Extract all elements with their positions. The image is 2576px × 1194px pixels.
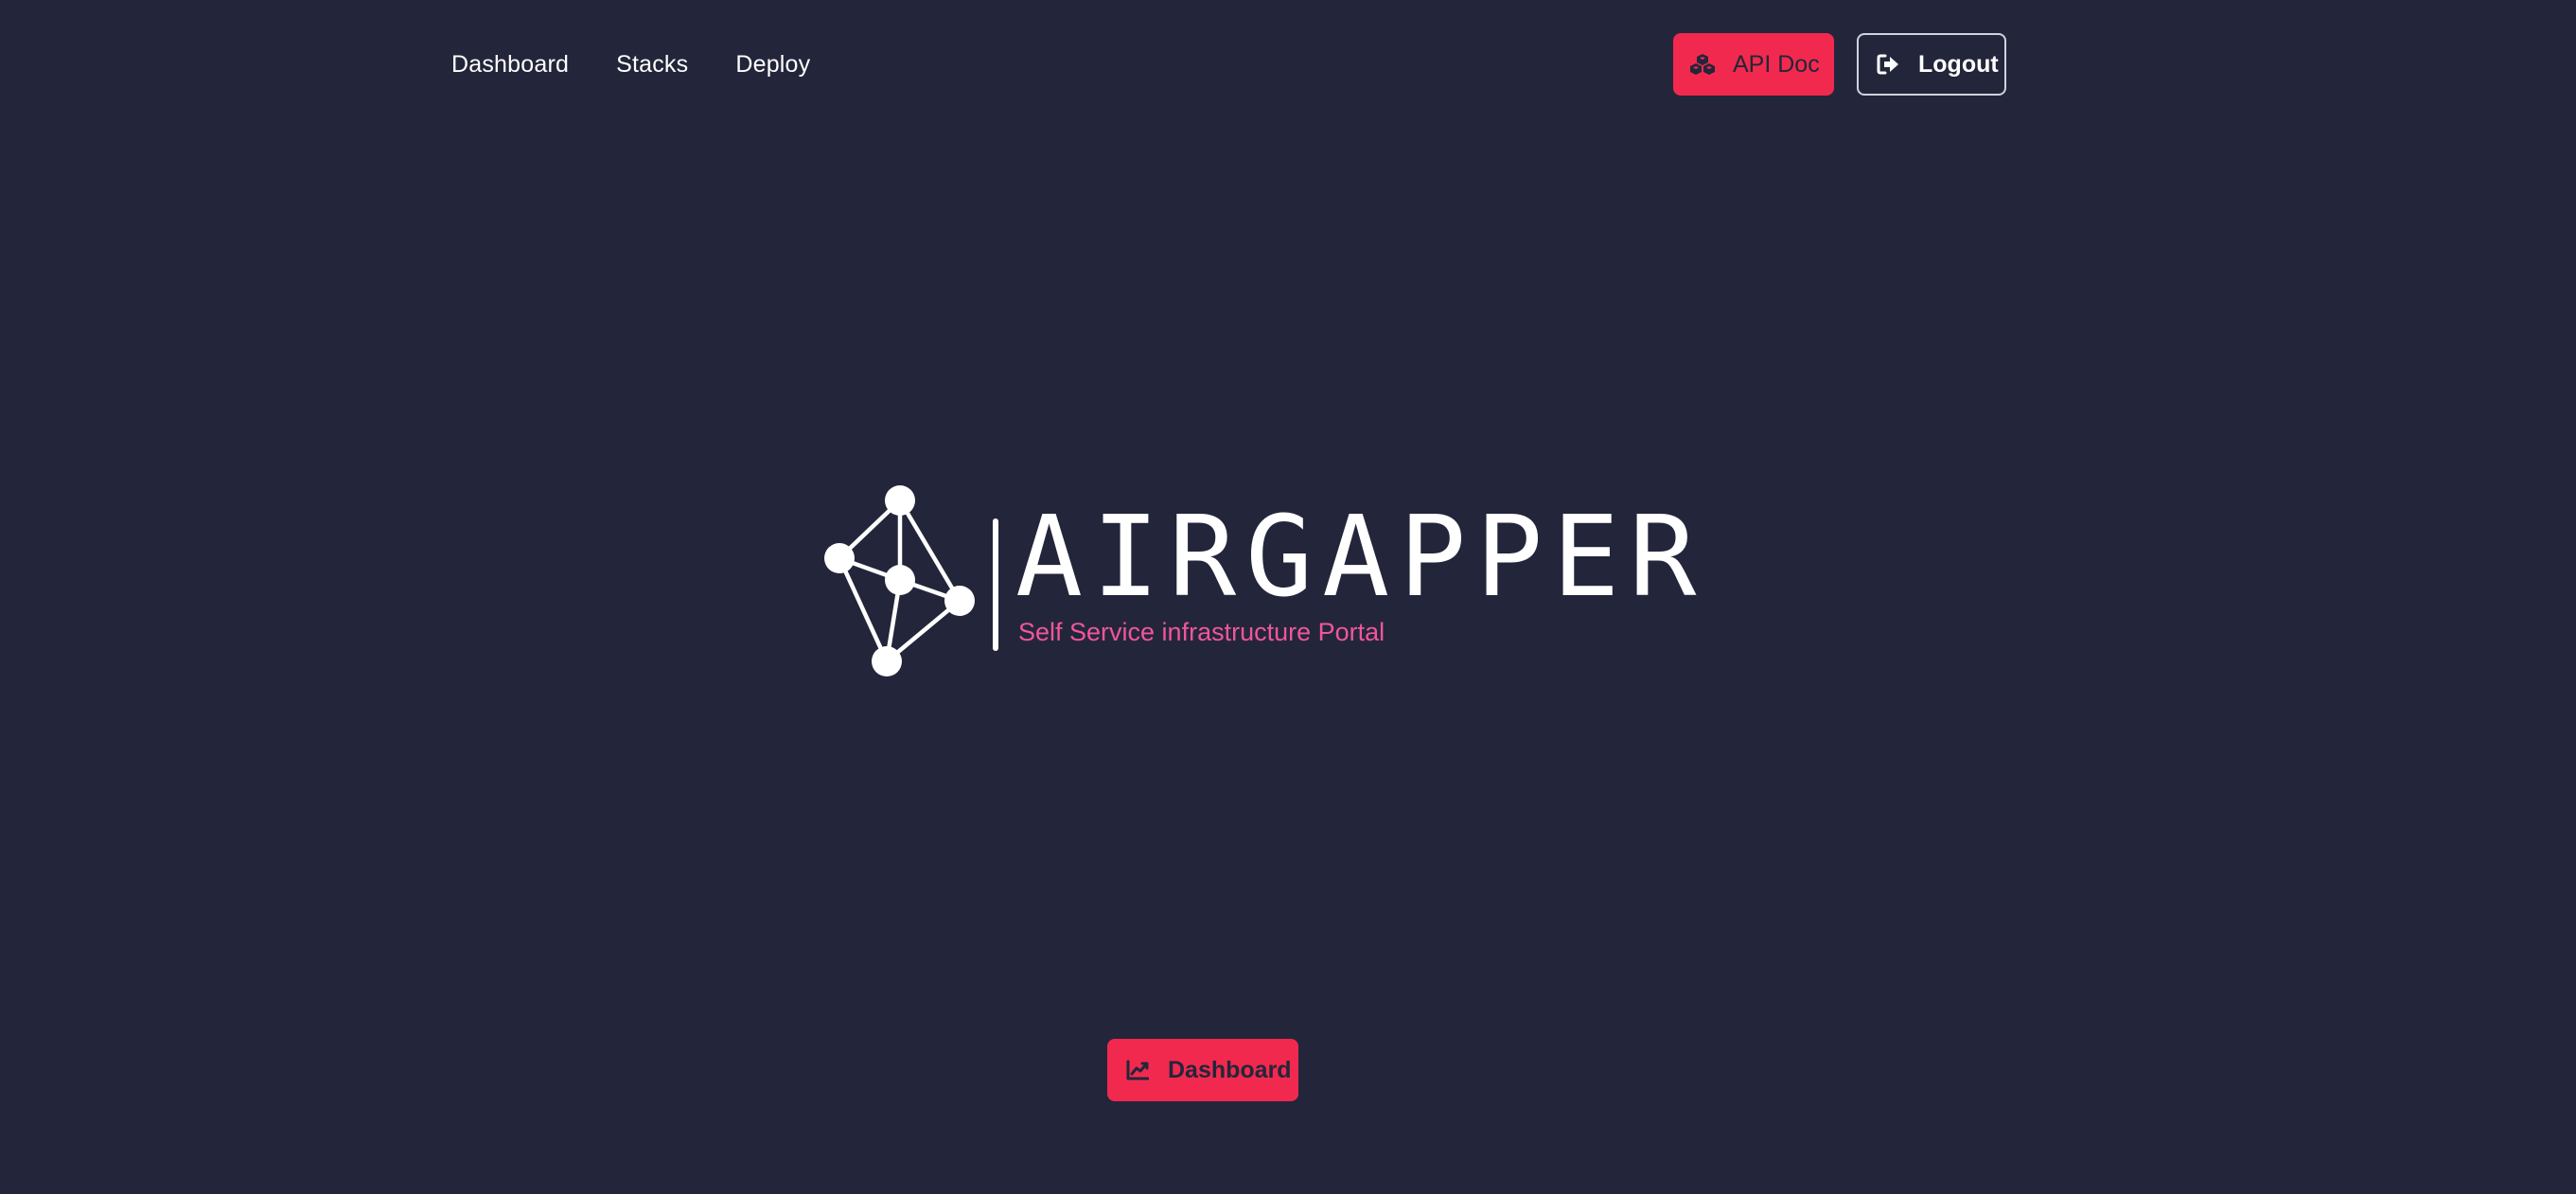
logo-divider [993,518,998,651]
airgapper-logo: AIRGAPPER Self Service infrastructure Po… [820,481,1696,679]
dashboard-button[interactable]: Dashboard [1107,1039,1298,1101]
nav-link-dashboard[interactable]: Dashboard [451,51,569,79]
api-doc-label: API Doc [1733,50,1820,78]
cubes-icon [1690,52,1715,77]
chart-line-icon [1125,1058,1150,1082]
nav-link-stacks[interactable]: Stacks [616,51,688,79]
sign-out-icon [1876,52,1900,77]
page: Dashboard Stacks Deploy API Doc Logout A… [0,0,2576,1194]
network-graph-logo-icon [824,485,975,676]
nav-link-deploy[interactable]: Deploy [735,51,810,79]
logout-button[interactable]: Logout [1857,33,2006,96]
logo-title: AIRGAPPER [1015,491,1706,622]
logout-label: Logout [1918,50,1999,78]
api-doc-button[interactable]: API Doc [1673,33,1834,96]
top-nav: Dashboard Stacks Deploy [451,45,810,83]
logo-subtitle: Self Service infrastructure Portal [1018,618,1385,646]
dashboard-button-label: Dashboard [1168,1056,1292,1083]
